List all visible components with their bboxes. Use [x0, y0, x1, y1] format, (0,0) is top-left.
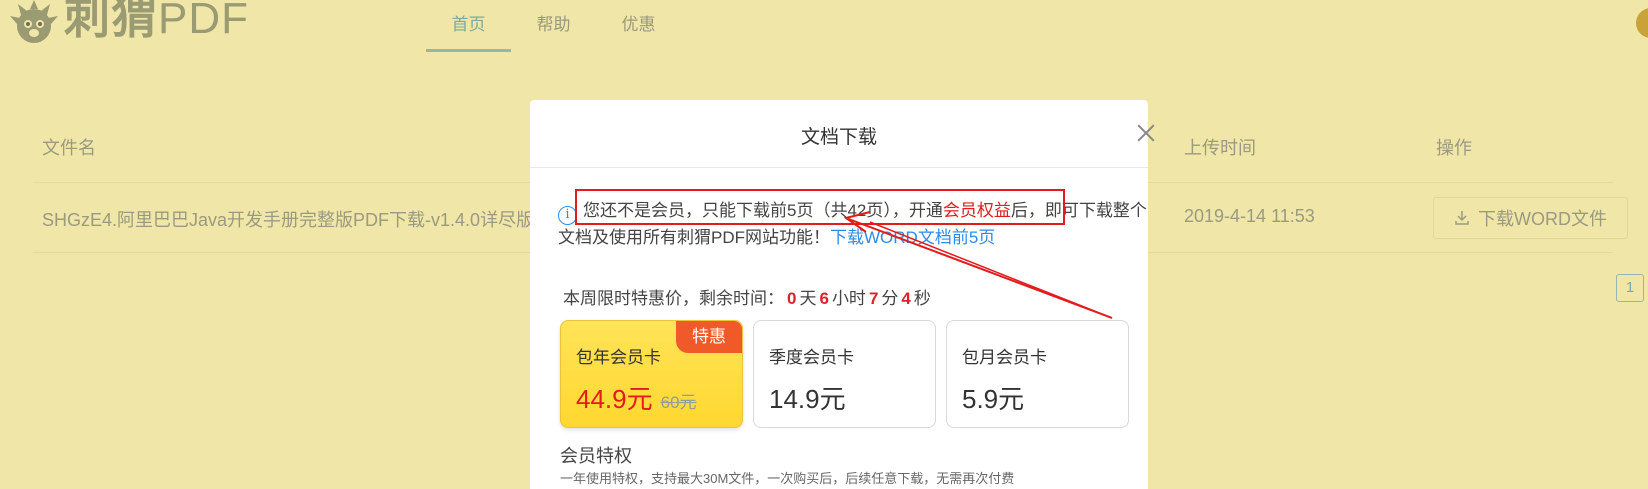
- column-header-actions: 操作: [1436, 138, 1472, 158]
- plan-card-yearly[interactable]: 特惠 包年会员卡 44.9元 60元: [560, 320, 743, 428]
- nav-help[interactable]: 帮助: [511, 0, 596, 52]
- promo-countdown: 本周限时特惠价，剩余时间： 0 天 6 小时 7 分 4 秒: [563, 289, 931, 308]
- plan-name: 包月会员卡: [962, 348, 1047, 367]
- download-first-pages-link[interactable]: 下载WORD文档前5页: [830, 228, 995, 247]
- avatar[interactable]: [1636, 8, 1648, 38]
- hedgehog-logo-icon: [10, 0, 58, 43]
- download-word-label: 下载WORD文件: [1478, 209, 1607, 229]
- plan-price: 44.9元 60元: [576, 384, 697, 414]
- membership-notice: i 您还不是会员，只能下载前5页（共42页），开通会员权益后，即可下载整个文档及使…: [558, 201, 1147, 247]
- nav-discount[interactable]: 优惠: [596, 0, 681, 52]
- nav-home[interactable]: 首页: [426, 0, 511, 52]
- plan-old-price: 60元: [660, 393, 697, 412]
- dialog-header: 文档下载: [530, 100, 1148, 168]
- column-header-filename: 文件名: [42, 138, 96, 158]
- upload-time-cell: 2019-4-14 11:53: [1184, 206, 1315, 226]
- info-icon: i: [558, 206, 577, 225]
- download-icon: [1455, 211, 1469, 225]
- file-name-cell[interactable]: SHGzE4.阿里巴巴Java开发手册完整版PDF下载-v1.4.0详尽版.p: [42, 206, 549, 232]
- plan-name: 包年会员卡: [576, 348, 661, 367]
- main-nav: 首页 帮助 优惠: [426, 0, 681, 52]
- download-word-button[interactable]: 下载WORD文件: [1433, 197, 1628, 239]
- perks-description: 一年使用特权，支持最大30M文件，一次购买后，后续任意下载，无需再次付费: [560, 471, 1015, 486]
- site-logo[interactable]: 刺猬PDF: [10, 0, 249, 48]
- download-dialog: 文档下载 i 您还不是会员，只能下载前5页（共42页），开通会员权益后，即可下载整…: [530, 100, 1148, 489]
- close-icon[interactable]: [1135, 122, 1157, 144]
- column-header-upload-time: 上传时间: [1184, 138, 1256, 158]
- perks-title: 会员特权: [560, 446, 632, 466]
- plan-price: 14.9元: [769, 384, 846, 414]
- site-header: 刺猬PDF 首页 帮助 优惠: [0, 0, 1648, 88]
- plan-card-quarterly[interactable]: 季度会员卡 14.9元: [753, 320, 936, 428]
- membership-benefits-link[interactable]: 会员权益: [943, 201, 1011, 220]
- plan-card-monthly[interactable]: 包月会员卡 5.9元: [946, 320, 1129, 428]
- brand-name: 刺猬PDF: [64, 0, 249, 43]
- plan-name: 季度会员卡: [769, 348, 854, 367]
- discount-badge: 特惠: [676, 321, 742, 353]
- pagination-page[interactable]: 1: [1616, 274, 1644, 302]
- dialog-title: 文档下载: [800, 127, 877, 148]
- plan-price: 5.9元: [962, 384, 1025, 414]
